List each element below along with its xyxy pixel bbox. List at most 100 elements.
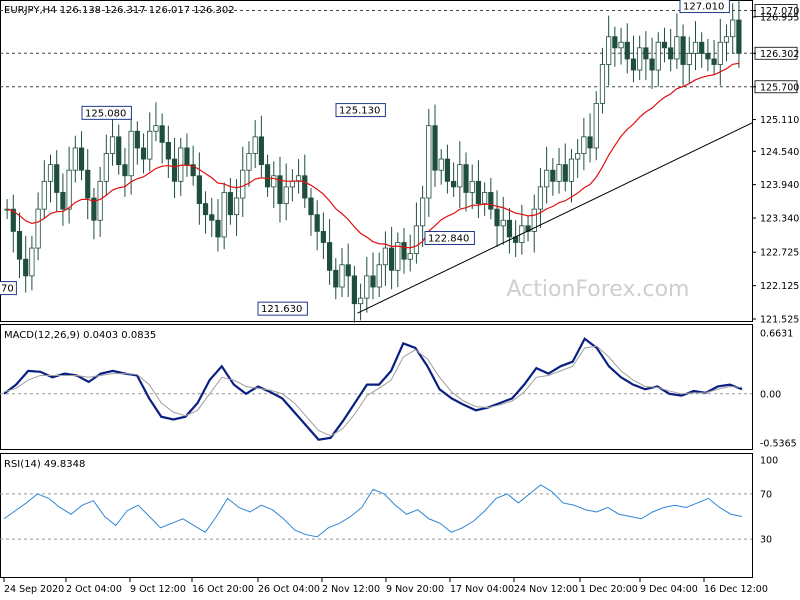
macd-tick-label: 0.00 <box>760 389 781 400</box>
price-label: 70 <box>1 284 14 295</box>
candle-body <box>333 269 339 288</box>
candle-body <box>680 36 686 65</box>
candle-body <box>202 203 209 216</box>
candle-body <box>438 158 444 171</box>
candle-body <box>544 169 550 188</box>
candle-body <box>506 219 513 238</box>
candle-body <box>35 208 41 249</box>
candle-body <box>692 41 699 54</box>
candle-body <box>655 41 661 71</box>
candle-body <box>221 192 227 238</box>
candle-body <box>488 192 494 210</box>
candle-body <box>122 164 128 177</box>
candle-body <box>264 164 271 188</box>
candle-body <box>612 36 618 49</box>
macd-tick-label: 0.6631 <box>760 329 793 340</box>
candle-body <box>550 169 556 182</box>
candle-body <box>382 247 389 266</box>
y-tick-label: 123.940 <box>760 180 799 191</box>
candle-body <box>171 158 178 182</box>
signal-line <box>3 345 743 437</box>
candle-body <box>153 125 159 132</box>
x-tick-label: 9 Nov 20:00 <box>386 584 444 595</box>
candle-body <box>66 169 72 210</box>
candle-body <box>630 58 637 71</box>
candle-body <box>661 41 668 49</box>
candle-body <box>736 19 742 54</box>
price-label: 127.010 <box>683 2 724 13</box>
x-tick-label: 1 Dec 20:00 <box>580 584 638 595</box>
candle-body <box>711 58 717 65</box>
candle-body <box>463 164 469 193</box>
y-tick-label: 122.725 <box>760 248 799 259</box>
candle-body <box>60 192 66 210</box>
candle-body <box>128 130 134 177</box>
candle-body <box>568 158 575 182</box>
x-tick-label: 17 Nov 04:00 <box>450 584 514 595</box>
x-tick-label: 9 Oct 12:00 <box>130 584 186 595</box>
candle-body <box>389 247 395 271</box>
candle-body <box>165 141 171 160</box>
candle-body <box>606 36 612 65</box>
candle-body <box>723 36 730 43</box>
macd-tick-label: -0.5365 <box>760 439 797 450</box>
candle-body <box>469 180 475 193</box>
rsi-tick-label: 70 <box>760 489 772 500</box>
price-label: 125.080 <box>85 108 126 119</box>
candle-body <box>413 225 420 255</box>
candle-body <box>240 169 246 199</box>
candle-body <box>699 41 705 54</box>
candle-body <box>420 197 426 227</box>
candle-body <box>147 130 153 160</box>
candle-body <box>494 208 500 227</box>
y-tick-label: 126.302 <box>760 49 799 60</box>
candle-body <box>643 47 649 60</box>
candle-body <box>637 47 643 71</box>
x-tick-label: 2 Nov 12:00 <box>322 584 380 595</box>
candle-body <box>134 130 140 149</box>
x-tick-label: 24 Sep 2020 <box>4 584 64 595</box>
candle-body <box>500 219 506 227</box>
y-tick-label: 126.955 <box>760 12 799 23</box>
candle-body <box>345 264 351 277</box>
y-tick-label: 124.540 <box>760 147 799 158</box>
candle-body <box>593 103 599 149</box>
candle-body <box>575 153 581 160</box>
price-label: 125.130 <box>339 106 380 117</box>
x-tick-label: 16 Oct 20:00 <box>192 584 254 595</box>
candle-body <box>482 192 488 204</box>
candle-body <box>717 41 723 65</box>
candle-body <box>357 297 364 305</box>
candle-body <box>370 275 376 288</box>
watermark: ActionForex.com <box>507 277 690 302</box>
candle-body <box>233 197 240 216</box>
x-tick-label: 24 Nov 12:00 <box>514 584 578 595</box>
y-tick-label: 121.525 <box>760 315 799 326</box>
candle-body <box>320 230 326 243</box>
candle-body <box>457 164 463 188</box>
candle-body <box>47 164 54 182</box>
candle-body <box>23 258 29 277</box>
candle-body <box>178 147 184 182</box>
macd-plot <box>0 337 752 441</box>
x-tick-label: 9 Dec 04:00 <box>640 584 698 595</box>
candle-body <box>339 264 345 288</box>
candle-body <box>624 41 630 60</box>
candle-body <box>475 180 482 204</box>
candle-body <box>140 147 147 160</box>
candle-body <box>426 125 432 199</box>
candle-body <box>252 136 258 154</box>
price-label: 122.840 <box>428 234 469 245</box>
candle-body <box>649 58 655 71</box>
candle-body <box>562 164 568 182</box>
candle-body <box>326 242 333 271</box>
candle-body <box>209 214 215 221</box>
candle-body <box>730 19 736 38</box>
candle-body <box>581 136 587 154</box>
rsi-line <box>3 484 743 538</box>
candle-body <box>618 41 624 49</box>
candle-body <box>451 180 457 188</box>
candle-body <box>41 180 47 210</box>
candle-body <box>184 147 190 166</box>
y-tick-label: 125.700 <box>760 82 799 93</box>
